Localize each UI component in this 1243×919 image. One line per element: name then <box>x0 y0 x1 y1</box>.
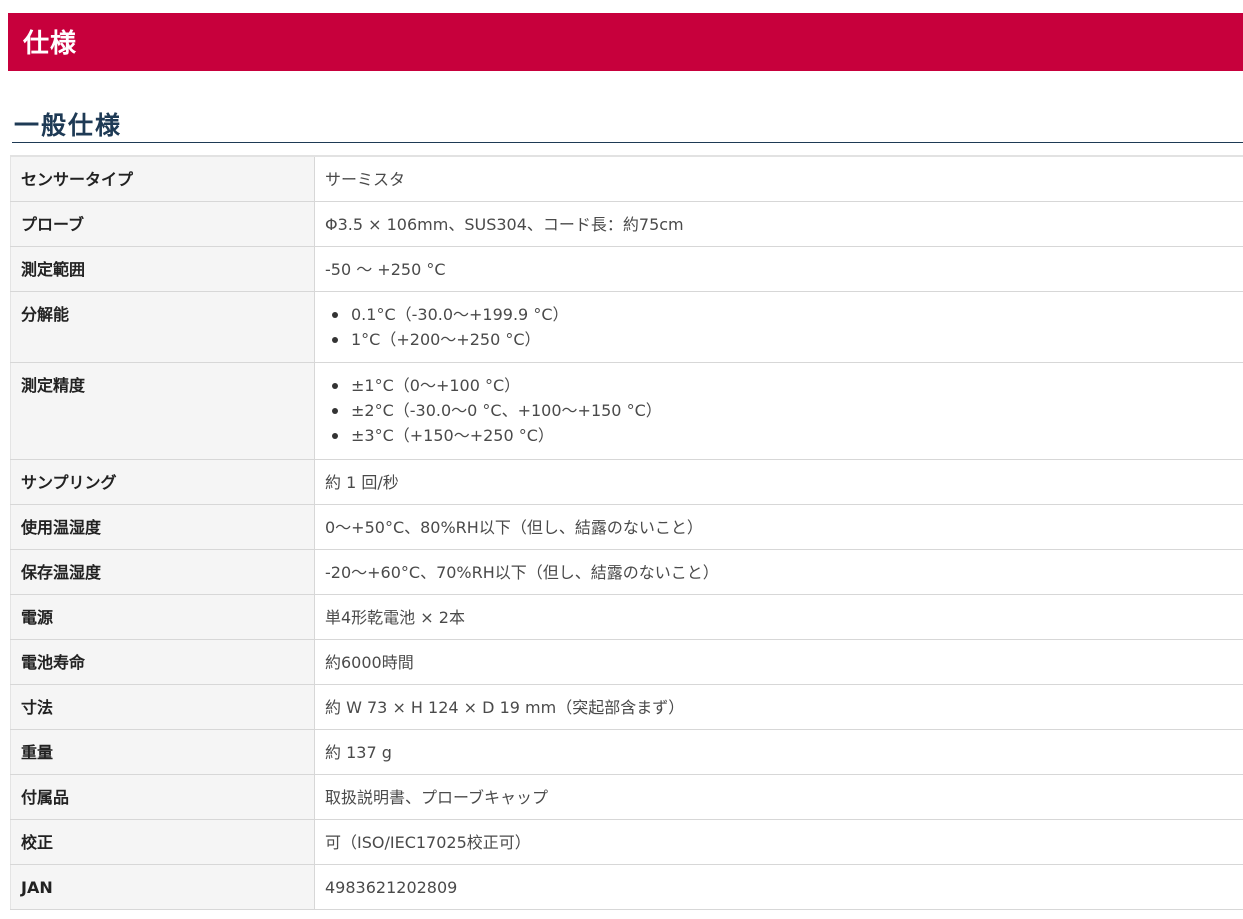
spec-table: センサータイプ サーミスタ プローブ Φ3.5 × 106mm、SUS304、コ… <box>10 155 1243 910</box>
spec-row-accuracy: 測定精度 ±1°C（0〜+100 °C） ±2°C（-30.0〜0 °C、+10… <box>10 361 1243 460</box>
spec-label: 測定精度 <box>10 361 315 460</box>
accuracy-list: ±1°C（0〜+100 °C） ±2°C（-30.0〜0 °C、+100〜+15… <box>325 373 1233 448</box>
spec-label: 使用温湿度 <box>10 503 315 550</box>
spec-value: 4983621202809 <box>314 863 1243 910</box>
spec-banner: 仕様 <box>8 13 1243 71</box>
spec-label: JAN <box>10 863 315 910</box>
list-item: 1°C（+200〜+250 °C） <box>332 327 1233 352</box>
spec-label: 付属品 <box>10 773 315 820</box>
spec-row-sampling: サンプリング 約 1 回/秒 <box>10 458 1243 505</box>
spec-value: 可（ISO/IEC17025校正可） <box>314 818 1243 865</box>
spec-value: 約 W 73 × H 124 × D 19 mm（突起部含まず） <box>314 683 1243 730</box>
banner-title: 仕様 <box>23 29 78 59</box>
spec-row-power: 電源 単4形乾電池 × 2本 <box>10 593 1243 640</box>
spec-row-jan: JAN 4983621202809 <box>10 863 1243 910</box>
spec-value: 約 1 回/秒 <box>314 458 1243 505</box>
spec-value: 単4形乾電池 × 2本 <box>314 593 1243 640</box>
spec-value: 0〜+50°C、80%RH以下（但し、結露のないこと） <box>314 503 1243 550</box>
spec-label: サンプリング <box>10 458 315 505</box>
spec-row-sensor-type: センサータイプ サーミスタ <box>10 155 1243 202</box>
spec-label: 電源 <box>10 593 315 640</box>
spec-row-probe: プローブ Φ3.5 × 106mm、SUS304、コード長：約75cm <box>10 200 1243 247</box>
spec-row-accessories: 付属品 取扱説明書、プローブキャップ <box>10 773 1243 820</box>
spec-label: 電池寿命 <box>10 638 315 685</box>
spec-row-measurement-range: 測定範囲 -50 〜 +250 °C <box>10 245 1243 292</box>
list-item: ±3°C（+150〜+250 °C） <box>332 423 1233 448</box>
section-divider <box>12 142 1243 143</box>
spec-label: センサータイプ <box>10 155 315 202</box>
spec-value: 約 137 g <box>314 728 1243 775</box>
spec-label: 保存温湿度 <box>10 548 315 595</box>
spec-row-battery-life: 電池寿命 約6000時間 <box>10 638 1243 685</box>
spec-row-operating-env: 使用温湿度 0〜+50°C、80%RH以下（但し、結露のないこと） <box>10 503 1243 550</box>
list-item: 0.1°C（-30.0〜+199.9 °C） <box>332 302 1233 327</box>
spec-label: 重量 <box>10 728 315 775</box>
spec-label: 校正 <box>10 818 315 865</box>
spec-label: プローブ <box>10 200 315 247</box>
spec-value: -20〜+60°C、70%RH以下（但し、結露のないこと） <box>314 548 1243 595</box>
spec-value: 約6000時間 <box>314 638 1243 685</box>
list-item: ±2°C（-30.0〜0 °C、+100〜+150 °C） <box>332 398 1233 423</box>
spec-row-weight: 重量 約 137 g <box>10 728 1243 775</box>
spec-row-storage-env: 保存温湿度 -20〜+60°C、70%RH以下（但し、結露のないこと） <box>10 548 1243 595</box>
spec-row-calibration: 校正 可（ISO/IEC17025校正可） <box>10 818 1243 865</box>
list-item: ±1°C（0〜+100 °C） <box>332 373 1233 398</box>
section-title: 一般仕様 <box>14 111 123 140</box>
resolution-list: 0.1°C（-30.0〜+199.9 °C） 1°C（+200〜+250 °C） <box>325 302 1233 352</box>
spec-label: 寸法 <box>10 683 315 730</box>
spec-row-resolution: 分解能 0.1°C（-30.0〜+199.9 °C） 1°C（+200〜+250… <box>10 290 1243 363</box>
spec-value: -50 〜 +250 °C <box>314 245 1243 292</box>
spec-value: 取扱説明書、プローブキャップ <box>314 773 1243 820</box>
spec-label: 測定範囲 <box>10 245 315 292</box>
spec-label: 分解能 <box>10 290 315 363</box>
spec-row-dimensions: 寸法 約 W 73 × H 124 × D 19 mm（突起部含まず） <box>10 683 1243 730</box>
spec-value: Φ3.5 × 106mm、SUS304、コード長：約75cm <box>314 200 1243 247</box>
spec-value: ±1°C（0〜+100 °C） ±2°C（-30.0〜0 °C、+100〜+15… <box>314 361 1243 460</box>
spec-value: サーミスタ <box>314 155 1243 202</box>
spec-value: 0.1°C（-30.0〜+199.9 °C） 1°C（+200〜+250 °C） <box>314 290 1243 363</box>
